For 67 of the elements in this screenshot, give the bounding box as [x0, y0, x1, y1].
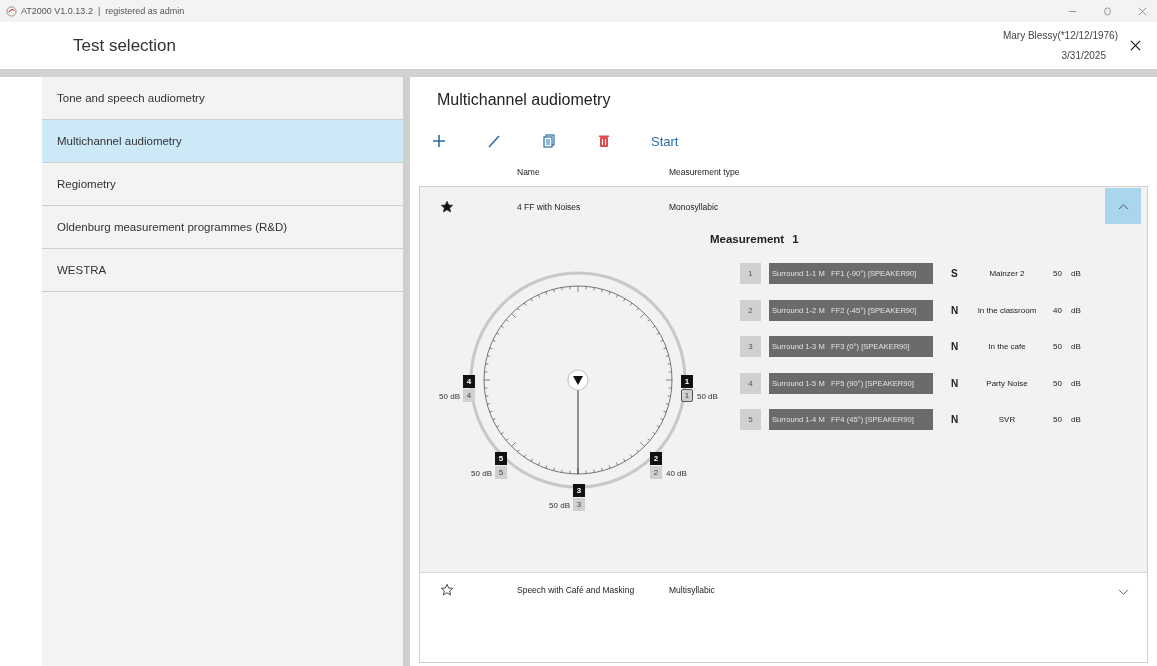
speaker-marker[interactable]: 2 [650, 452, 662, 465]
caret-up-icon [1117, 202, 1129, 210]
speaker-level: 50 dB [549, 500, 570, 512]
speaker-marker[interactable]: 5 [495, 452, 507, 465]
channel-tag[interactable]: 2 [650, 466, 662, 479]
section-title: Multichannel audiometry [436, 90, 612, 110]
level-unit: dB [1071, 269, 1081, 278]
level-unit: dB [1071, 378, 1081, 388]
copy-icon[interactable] [541, 133, 557, 149]
start-button[interactable]: Start [651, 133, 679, 149]
channel-role: N [951, 304, 960, 316]
level-unit: dB [1071, 342, 1081, 351]
speaker-level: 40 dB [666, 468, 687, 480]
column-header: Name [517, 167, 541, 177]
program-name: Speech with Café and Masking [517, 585, 636, 595]
star-outline-icon[interactable] [440, 583, 454, 597]
expanded-row[interactable] [420, 187, 1147, 573]
filled-star-icon[interactable] [440, 200, 454, 214]
speaker-marker[interactable]: 3 [573, 484, 585, 497]
speaker-level: 50 dB [697, 391, 718, 403]
channel-role: S [951, 268, 959, 279]
level-value: 50 [1053, 269, 1063, 278]
level-unit: dB [1071, 305, 1081, 315]
speaker-marker[interactable]: 4 [463, 375, 475, 388]
measurement-type: Multisyllabic [669, 585, 715, 595]
window-title: AT2000 V1.0.13.2 | registered as admin [21, 6, 185, 16]
signal-name: In the classroom [976, 305, 1038, 315]
sidebar-item[interactable]: Multichannel audiometry [42, 120, 403, 163]
channel-tag[interactable]: 4 [463, 389, 475, 402]
close-icon[interactable] [1130, 40, 1141, 51]
level-value: 40 [1053, 305, 1063, 315]
measurement-type: Monosyllabic [669, 202, 719, 212]
speaker-marker[interactable]: 1 [681, 375, 693, 388]
patient-name: Mary Blessy(*12/12/1976) [1002, 30, 1118, 41]
signal-name: Mainzer 2 [988, 269, 1026, 278]
channel-number: 3 [740, 336, 761, 357]
restore-icon[interactable] [1103, 6, 1112, 16]
channel-tag[interactable]: 1 [681, 389, 693, 402]
signal-name: SVR [997, 415, 1017, 424]
speaker-level: 50 dB [471, 468, 492, 480]
program-name: 4 FF with Noises [517, 202, 582, 212]
signal-name: In the cafe [987, 342, 1027, 351]
caret-down-icon [1117, 588, 1129, 596]
channel-role: N [951, 341, 960, 352]
channel-tag[interactable]: 5 [495, 466, 507, 479]
channel-role: N [951, 377, 960, 389]
channel-number: 5 [740, 409, 761, 430]
speaker-level: 50 dB [439, 391, 460, 403]
date-text: 3/31/2025 [1061, 50, 1106, 61]
app-logo-icon [6, 5, 17, 17]
channel-number: 2 [740, 299, 761, 321]
delete-icon[interactable] [596, 133, 612, 149]
add-icon[interactable] [431, 133, 447, 149]
signal-name: Party Noise [985, 378, 1029, 388]
channel-number: 4 [740, 372, 761, 394]
level-unit: dB [1071, 415, 1081, 424]
edit-icon[interactable] [486, 133, 502, 149]
listener-icon [567, 369, 589, 391]
level-value: 50 [1053, 342, 1063, 351]
measurement-title: Measurement 1 [710, 233, 800, 245]
level-value: 50 [1053, 378, 1063, 388]
channel-tag[interactable]: 3 [573, 498, 585, 511]
level-value: 50 [1053, 415, 1063, 424]
channel-number: 1 [740, 263, 761, 284]
column-header: Measurement type [669, 167, 740, 177]
page-title: Test selection [73, 35, 176, 56]
channel-role: N [951, 414, 960, 425]
